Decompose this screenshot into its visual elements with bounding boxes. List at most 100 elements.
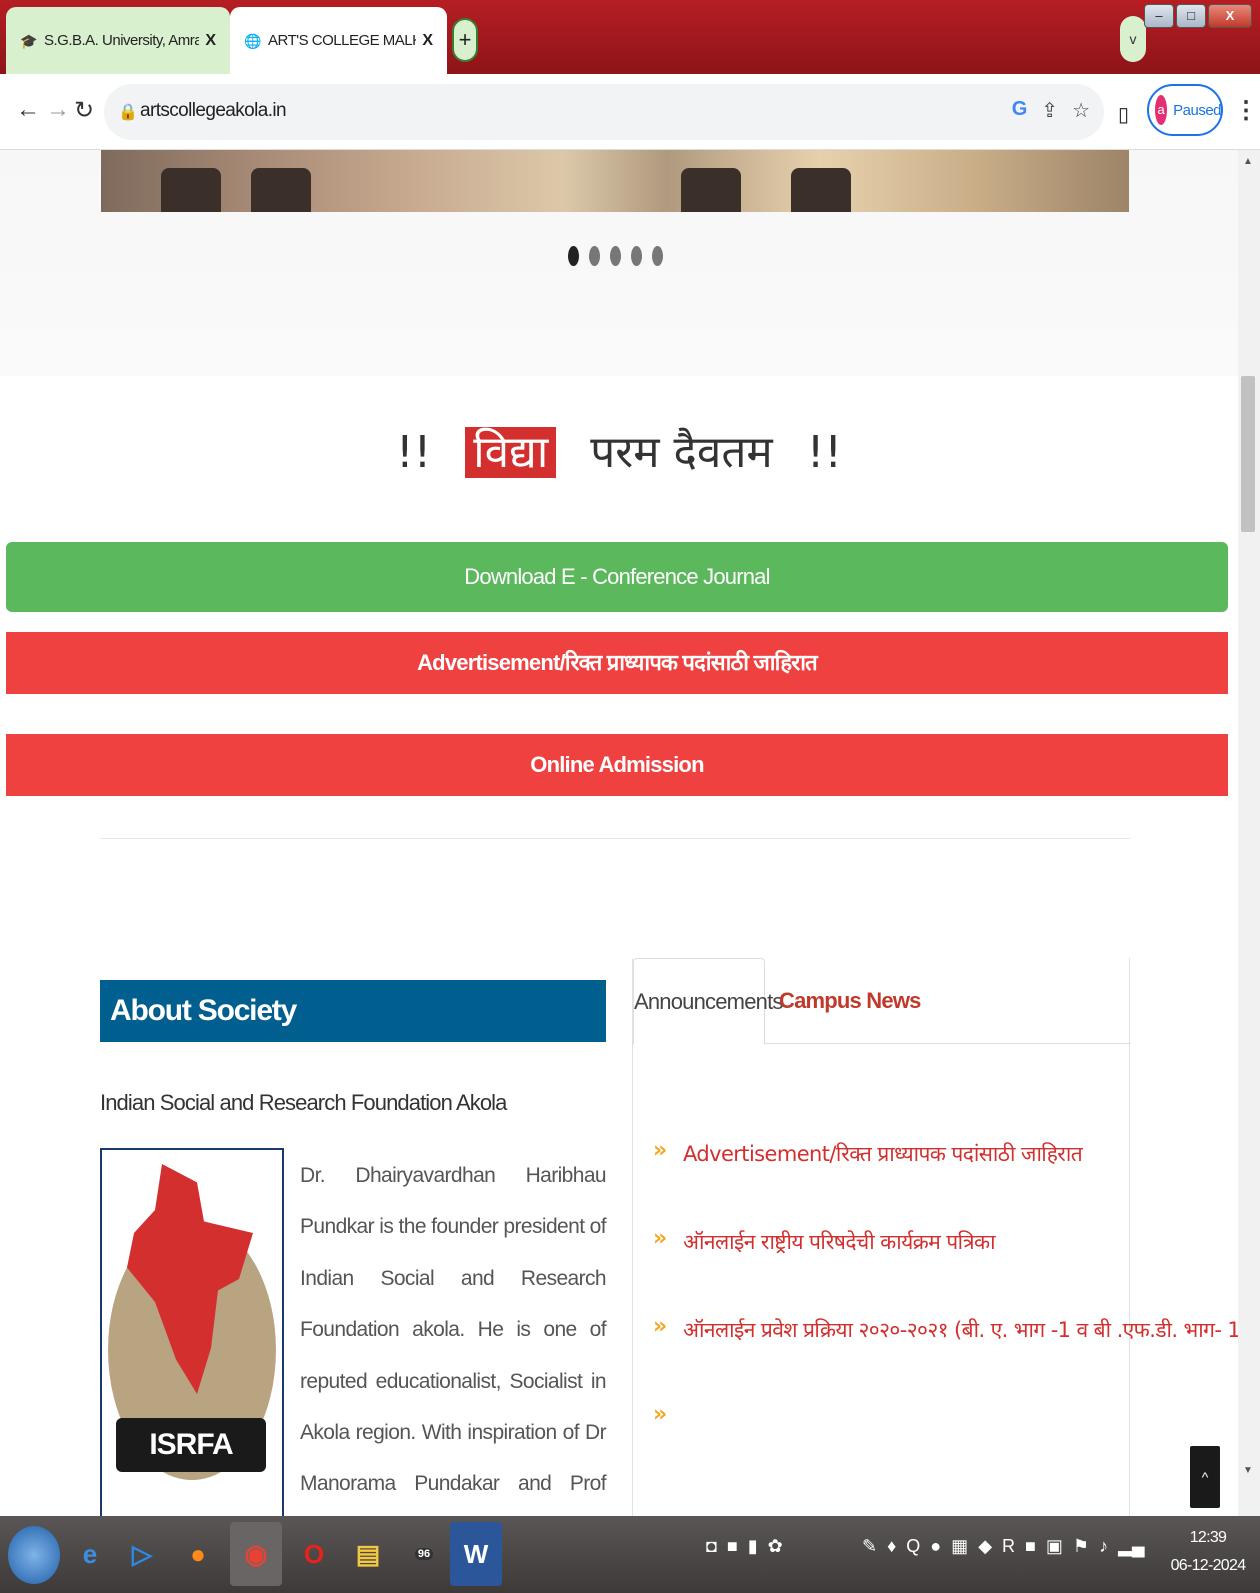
chevron-right-icon: »: [653, 1138, 667, 1163]
windows-taskbar: e ▷ ● ◉ O ▤ 96 W ◘ ■ ▮ ✿ ✎ ♦ Q ● ▦ ◆ R ■…: [0, 1516, 1260, 1593]
web-page: !! विद्या परम दैवतम !! Download E - Conf…: [0, 150, 1238, 1516]
tab-close-button[interactable]: X: [205, 32, 216, 50]
notes-icon[interactable]: ✎: [862, 1536, 877, 1557]
firefox-icon[interactable]: ●: [172, 1522, 224, 1586]
signal-icon[interactable]: ▂▄: [1118, 1536, 1145, 1557]
tray-app-icon[interactable]: ♦: [887, 1536, 896, 1557]
slider-dots: [568, 246, 663, 266]
scrollbar-thumb[interactable]: [1241, 376, 1255, 532]
whatsapp-badge: 96: [414, 1548, 434, 1560]
start-button[interactable]: [8, 1526, 60, 1584]
close-window-button[interactable]: X: [1208, 4, 1252, 28]
tab-close-button[interactable]: X: [422, 32, 433, 50]
chrome-icon[interactable]: ◉: [230, 1522, 282, 1586]
search-icon[interactable]: Q: [906, 1536, 920, 1557]
whatsapp-icon[interactable]: 96: [398, 1522, 450, 1586]
forward-arrow-icon[interactable]: →: [46, 96, 70, 124]
clock-time: 12:39: [1189, 1529, 1227, 1546]
tray-app-icon[interactable]: R: [1002, 1536, 1015, 1557]
news-tabs-panel: Announcements Campus News » Advertisement…: [632, 958, 1238, 1516]
image-slider: [0, 150, 1238, 376]
opera-icon[interactable]: O: [288, 1522, 340, 1586]
motto-open: !!: [395, 427, 432, 478]
clock-date: 06-12-2024: [1170, 1557, 1247, 1574]
tray-app-icon[interactable]: ■: [1025, 1536, 1036, 1557]
announcement-link[interactable]: ऑनलाईन राष्ट्रीय परिषदेची कार्यक्रम पत्र…: [683, 1228, 996, 1256]
tab-announcements[interactable]: Announcements: [633, 958, 783, 1045]
window-icon[interactable]: ▮: [748, 1536, 758, 1557]
omnibox[interactable]: 🔒 artscollegeakola.in G ⇪ ☆: [104, 84, 1104, 140]
tab-campus-news[interactable]: Campus News: [779, 958, 921, 1044]
menu-kebab-icon[interactable]: ⋮: [1234, 96, 1258, 125]
new-tab-button[interactable]: +: [452, 18, 478, 62]
news-tabs-header: Announcements Campus News: [633, 958, 1131, 1045]
reload-icon[interactable]: ↻: [74, 96, 94, 125]
file-explorer-icon[interactable]: ▤: [342, 1522, 394, 1586]
graduation-cap-icon: 🎓: [20, 32, 38, 49]
volume-icon[interactable]: ♪: [1099, 1536, 1108, 1557]
page-scrollbar[interactable]: ▲ ▼: [1238, 150, 1260, 1516]
tab-title: S.G.B.A. University, Amravati: [44, 32, 200, 49]
profile-button[interactable]: a Paused: [1147, 84, 1223, 136]
chevron-right-icon: »: [653, 1314, 667, 1339]
motto-rest: परम दैवतम: [590, 427, 773, 478]
back-to-top-button[interactable]: ^: [1190, 1446, 1220, 1508]
scroll-up-icon[interactable]: ▲: [1243, 156, 1253, 167]
word-icon[interactable]: W: [450, 1522, 502, 1586]
camera-icon[interactable]: ◘: [706, 1536, 717, 1557]
chevron-right-icon: »: [653, 1402, 667, 1427]
bike-shape: [791, 168, 851, 212]
back-arrow-icon[interactable]: ←: [16, 96, 40, 124]
address-toolbar: ← → ↻ 🔒 artscollegeakola.in G ⇪ ☆ ▯ a Pa…: [0, 74, 1260, 150]
advertisement-button[interactable]: Advertisement/रिक्त प्राध्यापक पदांसाठी …: [6, 632, 1228, 694]
tray-app-icon[interactable]: ▦: [951, 1536, 968, 1557]
download-journal-button[interactable]: Download E - Conference Journal: [6, 542, 1228, 612]
bike-shape: [161, 168, 221, 212]
url-text[interactable]: artscollegeakola.in: [140, 100, 287, 122]
slider-dot[interactable]: [652, 246, 663, 266]
gear-icon[interactable]: ✿: [768, 1536, 783, 1557]
online-admission-button[interactable]: Online Admission: [6, 734, 1228, 796]
bike-shape: [681, 168, 741, 212]
network-icon[interactable]: ▣: [1046, 1536, 1063, 1557]
tab-title: ART'S COLLEGE MALKAPUR AKO: [268, 32, 416, 49]
tray-app-icon[interactable]: ●: [930, 1536, 941, 1557]
side-panel-icon[interactable]: ▯: [1118, 102, 1129, 127]
slider-dot[interactable]: [610, 246, 621, 266]
browser-tab-bar: 🎓 S.G.B.A. University, Amravati X 🌐 ART'…: [0, 0, 1260, 74]
browser-tab-arts-college[interactable]: 🌐 ART'S COLLEGE MALKAPUR AKO X: [230, 7, 447, 74]
tray-tools: ◘ ■ ▮ ✿: [706, 1536, 783, 1557]
omnibox-actions: G ⇪ ☆: [1012, 98, 1090, 123]
divider: [100, 838, 1130, 839]
slider-dot[interactable]: [568, 246, 579, 266]
browser-tab-sgbau[interactable]: 🎓 S.G.B.A. University, Amravati X: [6, 7, 230, 74]
minimize-button[interactable]: –: [1144, 4, 1174, 28]
internet-explorer-icon[interactable]: e: [64, 1522, 116, 1586]
globe-icon: 🌐: [244, 32, 262, 49]
lock-icon[interactable]: 🔒: [118, 102, 138, 122]
system-tray: ✎ ♦ Q ● ▦ ◆ R ■ ▣ ⚑ ♪ ▂▄: [862, 1536, 1145, 1557]
media-player-icon[interactable]: ▷: [116, 1522, 168, 1586]
chevron-right-icon: »: [653, 1226, 667, 1251]
about-society-heading: About Society: [100, 980, 606, 1042]
announcement-link[interactable]: Advertisement/रिक्त प्राध्यापक पदांसाठी …: [683, 1140, 1083, 1168]
college-motto: !! विद्या परम दैवतम !!: [0, 420, 1238, 480]
society-name: Indian Social and Research Foundation Ak…: [100, 1090, 507, 1115]
scroll-down-icon[interactable]: ▼: [1243, 1465, 1253, 1476]
share-icon[interactable]: ⇪: [1041, 98, 1058, 123]
system-clock[interactable]: 12:39 06-12-2024: [1162, 1524, 1254, 1580]
slider-dot[interactable]: [589, 246, 600, 266]
bike-shape: [251, 168, 311, 212]
isrfa-logo: ISRFA: [100, 1148, 284, 1516]
logo-banner: ISRFA: [116, 1418, 266, 1472]
bookmark-star-icon[interactable]: ☆: [1072, 98, 1090, 123]
video-icon[interactable]: ■: [727, 1536, 738, 1557]
tab-search-button[interactable]: v: [1120, 16, 1146, 62]
maximize-button[interactable]: □: [1176, 4, 1206, 28]
tray-app-icon[interactable]: ◆: [978, 1536, 992, 1557]
announcement-link[interactable]: ऑनलाईन प्रवेश प्रक्रिया २०२०-२०२१ (बी. ए…: [683, 1316, 1238, 1344]
flag-icon[interactable]: ⚑: [1073, 1536, 1089, 1557]
avatar: a: [1155, 95, 1168, 125]
google-icon[interactable]: G: [1012, 98, 1028, 123]
slider-dot[interactable]: [631, 246, 642, 266]
